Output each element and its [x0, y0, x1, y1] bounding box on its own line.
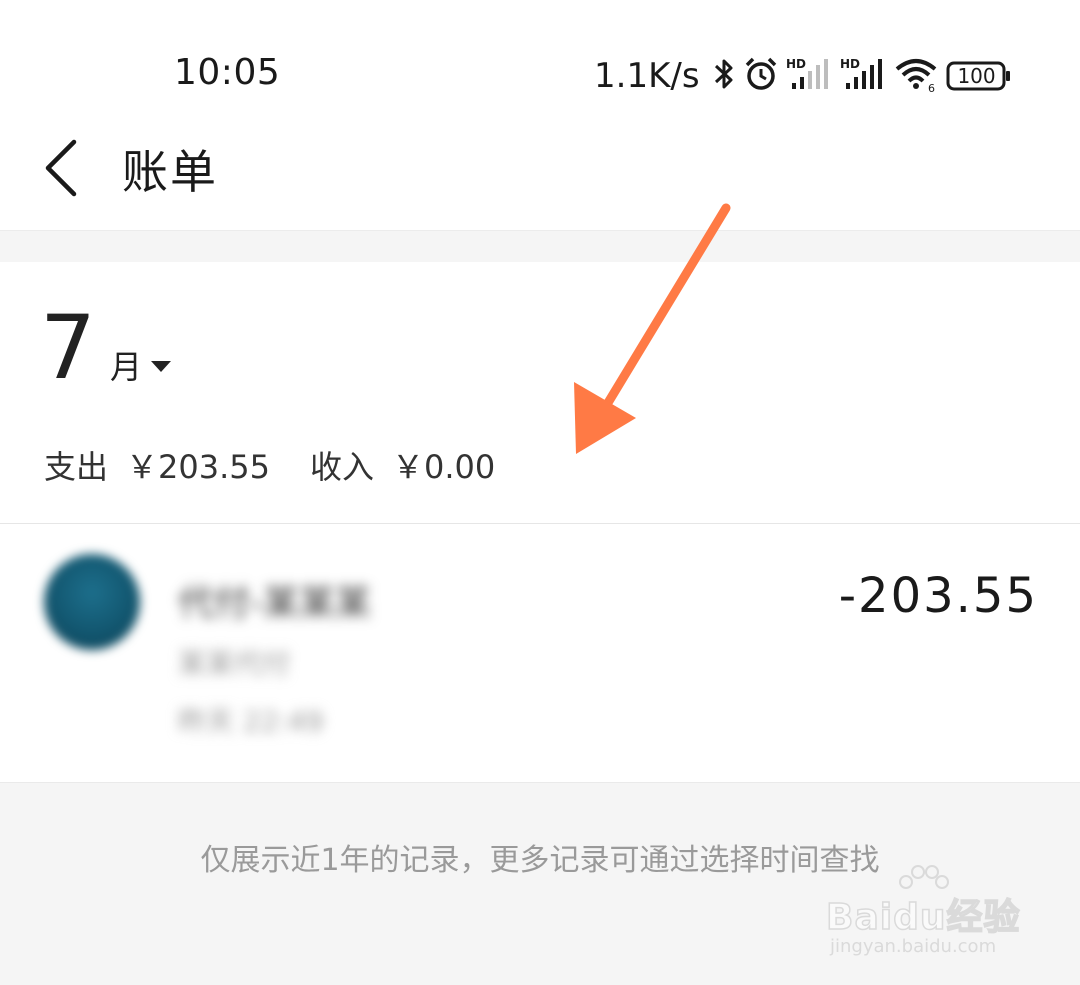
battery-icon: 100 — [946, 61, 1012, 91]
list-footer: 仅展示近1年的记录，更多记录可通过选择时间查找 — [0, 782, 1080, 985]
transaction-subtitle: 某某代付 — [178, 647, 291, 680]
month-totals: 支出 ￥203.55 收入 ￥0.00 — [44, 442, 535, 488]
status-icons: 1.1K/s HD HD 6 100 — [594, 48, 1012, 104]
signal-hd-icon: HD — [840, 55, 888, 97]
svg-text:6: 6 — [928, 82, 935, 93]
expense-total: 支出 ￥203.55 — [44, 442, 270, 488]
expense-label: 支出 — [44, 448, 109, 486]
month-picker[interactable]: 7 月 — [40, 300, 172, 396]
list-item[interactable]: 代付-某某某 某某代付 昨天 22:49 -203.55 — [0, 524, 1080, 782]
caret-down-icon — [150, 359, 172, 378]
income-value: ￥0.00 — [392, 448, 496, 486]
income-label: 收入 — [310, 448, 375, 486]
wifi-icon: 6 — [894, 55, 940, 97]
page-title: 账单 — [122, 145, 218, 199]
footer-note: 仅展示近1年的记录，更多记录可通过选择时间查找 — [200, 843, 880, 878]
status-bar: 10:05 1.1K/s HD HD 6 100 — [0, 0, 1080, 120]
network-speed: 1.1K/s — [594, 56, 700, 96]
section-gap — [0, 230, 1080, 263]
chevron-left-icon — [45, 139, 77, 197]
top-bar: 账单 — [0, 120, 1080, 230]
alarm-icon — [742, 55, 780, 97]
status-time: 10:05 — [174, 52, 281, 93]
transaction-time: 昨天 22:49 — [178, 705, 324, 738]
month-number: 7 — [40, 296, 96, 399]
signal-hd-icon: HD — [786, 55, 834, 97]
bluetooth-icon — [712, 56, 736, 96]
income-total: 收入 ￥0.00 — [310, 442, 495, 488]
svg-text:HD: HD — [786, 57, 806, 71]
transaction-amount: -203.55 — [838, 568, 1038, 624]
svg-text:HD: HD — [840, 57, 860, 71]
back-button[interactable] — [38, 138, 88, 198]
expense-value: ￥203.55 — [126, 448, 270, 486]
month-unit: 月 — [110, 348, 143, 386]
avatar — [44, 554, 140, 650]
transaction-title: 代付-某某某 — [178, 583, 371, 624]
month-summary: 7 月 支出 ￥203.55 收入 ￥0.00 — [0, 262, 1080, 524]
battery-level: 100 — [957, 64, 996, 88]
